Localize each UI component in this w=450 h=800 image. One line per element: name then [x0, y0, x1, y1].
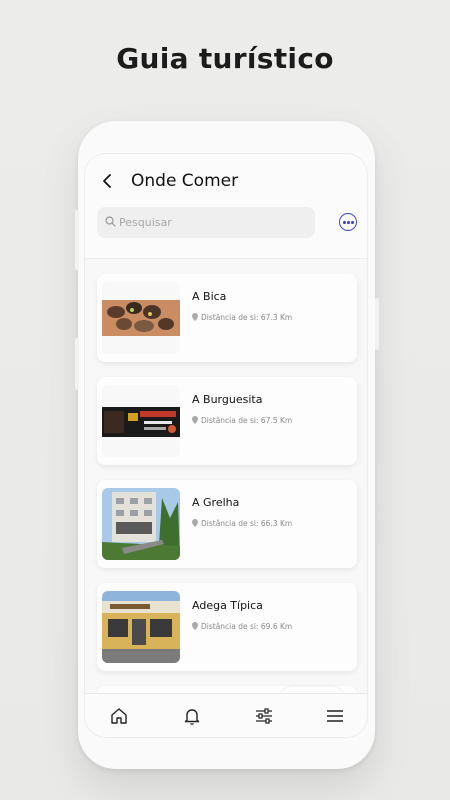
restaurant-photo	[102, 488, 180, 560]
search-input[interactable]	[119, 207, 309, 238]
promo-headline: Guia turístico	[116, 42, 334, 75]
page-title: Onde Comer	[131, 171, 239, 191]
phone-power-button	[375, 298, 379, 350]
top-bar: Onde Comer	[85, 154, 367, 259]
restaurant-distance: Distância de si: 67.5 Km	[192, 416, 292, 425]
bottom-navigation	[85, 693, 367, 737]
restaurant-card-adega-tipica[interactable]: Adega Típica Distância de si: 69.6 Km	[97, 583, 357, 671]
app-screen: Onde Comer Pesquisar A Bica Distância de…	[84, 153, 368, 738]
menu-icon[interactable]	[325, 706, 345, 726]
location-pin-icon	[192, 313, 198, 321]
restaurant-card-a-burguesita[interactable]: A Burguesita Distância de si: 67.5 Km	[97, 377, 357, 465]
filters-icon[interactable]	[254, 706, 274, 726]
restaurant-distance: Distância de si: 66.3 Km	[192, 519, 292, 528]
back-arrow-icon[interactable]	[99, 170, 115, 192]
search-bar[interactable]	[97, 207, 315, 238]
location-pin-icon	[192, 622, 198, 630]
restaurant-name: A Grelha	[192, 496, 240, 509]
restaurant-distance: Distância de si: 69.6 Km	[192, 622, 292, 631]
restaurant-card-a-bica[interactable]: A Bica Distância de si: 67.3 Km	[97, 274, 357, 362]
restaurant-distance: Distância de si: 67.3 Km	[192, 313, 292, 322]
restaurant-photo	[102, 385, 180, 457]
more-options-icon[interactable]	[339, 213, 357, 231]
phone-side-button	[75, 210, 79, 270]
phone-side-button	[75, 338, 79, 390]
home-icon[interactable]	[109, 706, 129, 726]
restaurant-photo	[102, 282, 180, 354]
restaurant-card-a-grelha[interactable]: A Grelha Distância de si: 66.3 Km	[97, 480, 357, 568]
bell-icon[interactable]	[182, 706, 202, 726]
restaurant-name: Adega Típica	[192, 599, 263, 612]
restaurant-name: A Burguesita	[192, 393, 263, 406]
restaurant-photo	[102, 591, 180, 663]
location-pin-icon	[192, 416, 198, 424]
search-icon	[105, 216, 116, 227]
location-pin-icon	[192, 519, 198, 527]
restaurant-name: A Bica	[192, 290, 227, 303]
